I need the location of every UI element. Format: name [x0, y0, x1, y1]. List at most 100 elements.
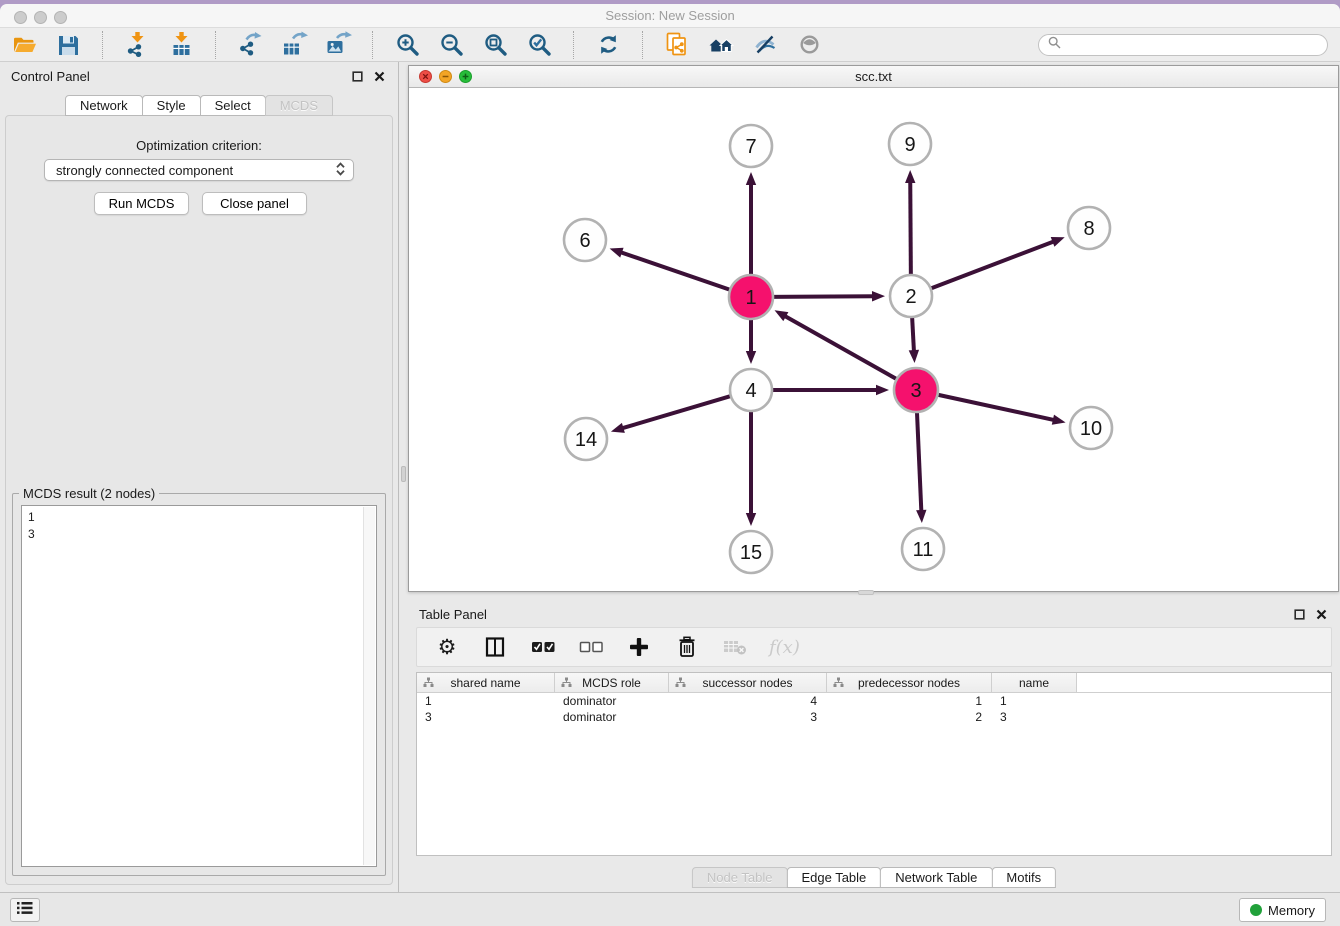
import-table-icon[interactable] — [167, 31, 195, 59]
select-all-columns-icon[interactable] — [529, 633, 557, 661]
graph-edge-1-6[interactable] — [610, 248, 732, 291]
tab-mcds[interactable]: MCDS — [265, 95, 333, 116]
graph-node-4[interactable]: 4 — [730, 369, 772, 411]
graph-node-7[interactable]: 7 — [730, 125, 772, 167]
graph-edge-3-11[interactable] — [916, 410, 926, 523]
graph-edge-3-1[interactable] — [775, 310, 899, 380]
task-history-button[interactable] — [10, 898, 40, 922]
table-cell: 3 — [669, 710, 827, 724]
node-table[interactable]: shared name MCDS role successor nodesprede… — [416, 672, 1332, 856]
table-settings-icon[interactable]: ⚙ — [433, 633, 461, 661]
memory-button[interactable]: Memory — [1239, 898, 1326, 922]
column-header-MCDS-role[interactable]: MCDS role — [555, 673, 669, 692]
tab-network-table[interactable]: Network Table — [880, 867, 992, 888]
float-panel-icon[interactable] — [349, 68, 365, 84]
graphics-details-icon[interactable] — [751, 31, 779, 59]
search-input[interactable] — [1067, 38, 1318, 52]
graph-edge-1-2[interactable] — [771, 291, 885, 301]
table-row[interactable]: 1dominator411 — [417, 693, 1331, 709]
import-network-icon[interactable] — [123, 31, 151, 59]
svg-text:8: 8 — [1083, 218, 1094, 240]
status-bar: Memory — [0, 892, 1340, 926]
graph-node-11[interactable]: 11 — [902, 528, 944, 570]
graph-node-15[interactable]: 15 — [730, 531, 772, 573]
graph-edge-3-10[interactable] — [936, 394, 1066, 425]
app-window: Session: New Session Control Panel Netwo… — [0, 4, 1340, 926]
network-window-titlebar[interactable]: scc.txt — [409, 66, 1338, 88]
add-column-icon[interactable] — [625, 633, 653, 661]
select-stepper-icon — [334, 161, 347, 180]
graph-edge-2-9[interactable] — [905, 170, 915, 277]
svg-text:14: 14 — [575, 429, 597, 451]
refresh-icon[interactable] — [594, 31, 622, 59]
svg-text:10: 10 — [1080, 418, 1102, 440]
graph-edge-2-3[interactable] — [909, 315, 919, 363]
open-file-icon[interactable] — [10, 31, 38, 59]
zoom-in-icon[interactable] — [393, 31, 421, 59]
graph-node-8[interactable]: 8 — [1068, 207, 1110, 249]
column-label: MCDS role — [582, 676, 641, 690]
mcds-result-box[interactable]: 13 — [21, 505, 377, 867]
close-panel-button[interactable]: Close panel — [202, 192, 307, 215]
export-table-icon[interactable] — [280, 31, 308, 59]
show-columns-icon[interactable] — [481, 633, 509, 661]
column-header-shared-name[interactable]: shared name — [417, 673, 555, 692]
tab-motifs[interactable]: Motifs — [991, 867, 1056, 888]
graph-edge-1-4[interactable] — [746, 317, 756, 364]
criterion-select[interactable]: strongly connected component — [44, 159, 354, 181]
graph-edge-1-7[interactable] — [746, 172, 756, 277]
network-canvas[interactable]: 7 9 6 8 1 2 4 3 14 10 15 11 — [409, 88, 1338, 591]
main-toolbar — [0, 28, 1340, 62]
graph-edge-2-8[interactable] — [929, 237, 1065, 289]
zoom-selected-icon[interactable] — [525, 31, 553, 59]
graph-edge-4-14[interactable] — [611, 395, 733, 432]
close-panel-icon[interactable] — [371, 68, 387, 84]
graph-node-3[interactable]: 3 — [894, 368, 938, 412]
first-neighbors-icon[interactable] — [707, 31, 735, 59]
export-image-icon[interactable] — [324, 31, 352, 59]
vertical-splitter[interactable] — [399, 62, 408, 892]
mcds-result-scrollbar[interactable] — [363, 507, 375, 865]
preview-icon[interactable] — [795, 31, 823, 59]
memory-label: Memory — [1268, 903, 1315, 918]
tab-style[interactable]: Style — [142, 95, 201, 116]
column-header-predecessor-nodes[interactable]: predecessor nodes — [827, 673, 992, 692]
float-table-panel-icon[interactable] — [1291, 606, 1307, 622]
zoom-out-icon[interactable] — [437, 31, 465, 59]
toolbar-separator — [642, 31, 643, 59]
table-cell: 4 — [669, 694, 827, 708]
delete-column-icon[interactable] — [673, 633, 701, 661]
export-network-icon[interactable] — [236, 31, 264, 59]
table-cell: 1 — [827, 694, 992, 708]
graph-node-14[interactable]: 14 — [565, 418, 607, 460]
save-session-icon[interactable] — [54, 31, 82, 59]
table-header: shared name MCDS role successor nodesprede… — [417, 673, 1331, 693]
control-panel: Control Panel NetworkStyleSelectMCDS Opt… — [0, 62, 399, 892]
table-row[interactable]: 3dominator323 — [417, 709, 1331, 725]
column-header-name[interactable]: name — [992, 673, 1077, 692]
search-box[interactable] — [1038, 34, 1328, 56]
splitter-grip[interactable] — [401, 466, 406, 482]
tab-node-table[interactable]: Node Table — [692, 867, 788, 888]
table-cell: 3 — [992, 710, 1077, 724]
graph-edge-4-3[interactable] — [770, 385, 889, 395]
close-table-panel-icon[interactable] — [1313, 606, 1329, 622]
table-body: 1dominator4113dominator323 — [417, 693, 1331, 725]
graph-node-1[interactable]: 1 — [729, 275, 773, 319]
duplicate-network-icon[interactable] — [663, 31, 691, 59]
column-header-successor-nodes[interactable]: successor nodes — [669, 673, 827, 692]
unselect-all-columns-icon[interactable] — [577, 633, 605, 661]
graph-node-6[interactable]: 6 — [564, 219, 606, 261]
column-label: shared name — [450, 676, 520, 690]
graph-node-10[interactable]: 10 — [1070, 407, 1112, 449]
run-mcds-button[interactable]: Run MCDS — [94, 192, 189, 215]
tab-select[interactable]: Select — [200, 95, 266, 116]
tab-network[interactable]: Network — [65, 95, 143, 116]
svg-text:3: 3 — [910, 380, 921, 402]
graph-edge-4-15[interactable] — [746, 409, 756, 526]
tab-edge-table[interactable]: Edge Table — [786, 867, 881, 888]
graph-node-9[interactable]: 9 — [889, 123, 931, 165]
zoom-fit-icon[interactable] — [481, 31, 509, 59]
horizontal-splitter-grip[interactable] — [858, 590, 874, 595]
graph-node-2[interactable]: 2 — [890, 275, 932, 317]
